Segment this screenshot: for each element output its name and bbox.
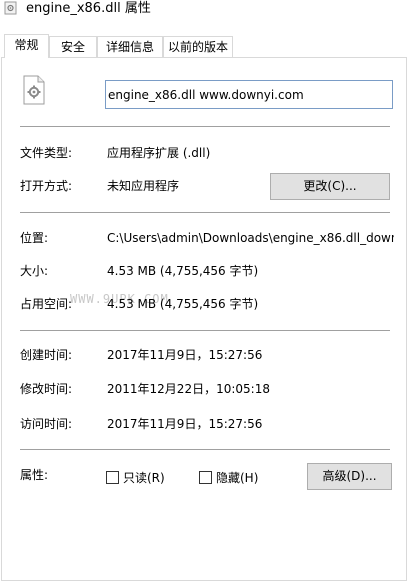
modified-value: 2011年12月22日，10:05:18 [107,382,270,396]
divider [20,212,390,213]
opens-with-value: 未知应用程序 [107,179,180,193]
readonly-checkbox[interactable]: 只读(R) [106,470,176,486]
divider [20,330,390,331]
location-label: 位置: [20,231,49,245]
divider [20,126,390,127]
file-name-input[interactable] [105,80,393,109]
divider [20,449,390,450]
hidden-checkbox-label: 隐藏(H) [216,471,259,485]
title-bar[interactable]: engine_x86.dll 属性 [0,0,408,30]
tab-general-label: 常规 [14,38,39,52]
size-label: 大小: [20,264,49,278]
window-title: engine_x86.dll 属性 [26,1,151,16]
change-button[interactable]: 更改(C)... [270,173,390,200]
tab-previous-versions[interactable]: 以前的版本 [163,36,233,57]
properties-window: engine_x86.dll 属性 常规 安全 详细信息 以前的版本 engin… [0,0,408,581]
tab-security-label: 安全 [60,40,85,54]
dll-file-icon [3,1,19,15]
accessed-value: 2017年11月9日，15:27:56 [107,417,263,431]
hidden-checkbox[interactable]: 隐藏(H) [199,470,269,486]
tab-previous-versions-label: 以前的版本 [167,40,228,54]
tab-details[interactable]: 详细信息 [97,36,163,57]
advanced-button[interactable]: 高级(D)... [307,463,392,490]
tab-security[interactable]: 安全 [49,36,97,57]
readonly-checkbox-label: 只读(R) [123,471,165,485]
tab-details-label: 详细信息 [105,40,154,54]
created-label: 创建时间: [20,348,73,362]
tab-strip: 常规 安全 详细信息 以前的版本 [0,34,408,58]
accessed-label: 访问时间: [20,417,73,431]
readonly-checkbox-box[interactable] [106,471,119,484]
gear-file-icon [23,75,45,105]
modified-label: 修改时间: [20,382,73,396]
created-value: 2017年11月9日，15:27:56 [107,348,263,362]
hidden-checkbox-box[interactable] [199,471,212,484]
general-panel [1,57,407,581]
location-value: C:\Users\admin\Downloads\engine_x86.dll_… [107,231,394,245]
disk-size-label: 占用空间: [20,297,73,311]
disk-size-value: 4.53 MB (4,755,456 字节) [107,297,259,311]
attributes-label: 属性: [20,468,49,482]
size-value: 4.53 MB (4,755,456 字节) [107,264,259,278]
opens-with-label: 打开方式: [20,179,73,193]
tab-general[interactable]: 常规 [4,34,49,58]
file-type-label: 文件类型: [20,146,73,160]
file-type-value: 应用程序扩展 (.dll) [107,146,211,160]
